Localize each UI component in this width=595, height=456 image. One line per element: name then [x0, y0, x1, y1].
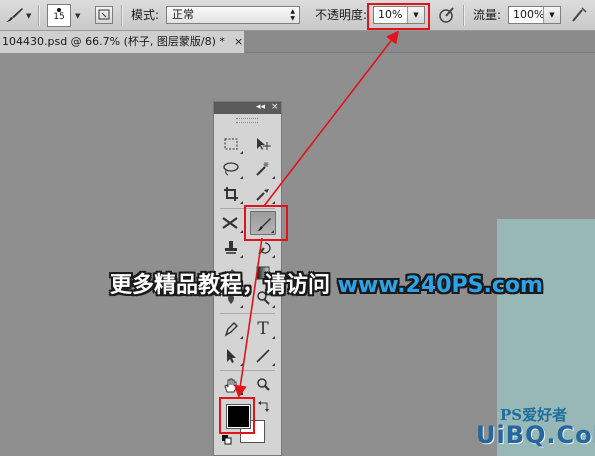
- history-brush-icon: [258, 242, 271, 255]
- arrow-to-opacity: [263, 30, 399, 207]
- flow-input[interactable]: 100% ▼: [508, 6, 561, 24]
- hand-icon: [224, 378, 237, 393]
- path-selection-tool[interactable]: [218, 345, 244, 367]
- flow-dropdown-icon[interactable]: ▼: [543, 7, 560, 23]
- line-shape-tool[interactable]: [250, 345, 276, 367]
- brush-size-value: 15: [53, 12, 65, 22]
- opacity-label: 不透明度:: [315, 8, 368, 22]
- pressure-opacity-button[interactable]: [438, 6, 456, 24]
- collapse-panel-icon[interactable]: ◂◂: [256, 101, 265, 113]
- type-tool[interactable]: T: [250, 318, 276, 340]
- clone-stamp-tool[interactable]: [218, 237, 244, 259]
- flow-value: 100%: [513, 8, 545, 21]
- move-tool[interactable]: [250, 133, 276, 155]
- brush-picker-arrow-icon[interactable]: ▼: [75, 12, 80, 20]
- lasso-tool[interactable]: [218, 158, 244, 180]
- separator: [463, 5, 465, 26]
- mode-label: 模式:: [131, 8, 160, 22]
- magnifier-icon: [257, 378, 270, 391]
- airbrush-icon: [572, 7, 587, 22]
- mode-value: 正常: [172, 8, 194, 21]
- eyedropper-tool[interactable]: [250, 183, 276, 205]
- close-tab-icon[interactable]: ×: [234, 31, 243, 53]
- line-icon: [256, 349, 270, 363]
- foreground-highlight-box: [219, 397, 255, 434]
- swap-colors-icon[interactable]: [258, 400, 270, 415]
- updown-arrows-icon: ▲ ▼: [290, 8, 295, 22]
- promo-url[interactable]: www.240PS.com: [338, 273, 543, 298]
- document-title: 104430.psd @ 66.7% (杯子, 图层蒙版/8) *: [2, 35, 225, 48]
- mode-select[interactable]: 正常 ▲ ▼: [166, 6, 300, 24]
- magic-wand-tool[interactable]: [250, 158, 276, 180]
- healing-brush-icon: [222, 217, 238, 229]
- pressure-icon: [439, 7, 454, 23]
- tool-preset-arrow-icon[interactable]: ▼: [26, 12, 31, 20]
- brush-preset-picker[interactable]: 15: [47, 4, 71, 27]
- opacity-highlight-box: [367, 3, 430, 30]
- promo-banner: 更多精品教程，请访问 www.240PS.com: [110, 271, 543, 301]
- promo-text: 更多精品教程，请访问: [110, 273, 338, 298]
- tools-panel-header[interactable]: ◂◂ ×: [214, 102, 281, 114]
- marquee-tool[interactable]: [218, 133, 244, 155]
- crop-icon: [224, 187, 238, 201]
- path-selection-icon: [227, 349, 236, 363]
- move-icon: [257, 138, 271, 150]
- brush-tool-icon[interactable]: [4, 6, 26, 27]
- separator: [220, 370, 275, 371]
- document-tab[interactable]: 104430.psd @ 66.7% (杯子, 图层蒙版/8) * ×: [0, 31, 245, 53]
- brush-panel-toggle-button[interactable]: [95, 6, 113, 24]
- separator: [121, 5, 123, 26]
- separator: [220, 313, 275, 314]
- default-colors-icon[interactable]: [222, 434, 232, 448]
- flow-label: 流量:: [473, 8, 502, 22]
- panel-grip[interactable]: [236, 118, 258, 123]
- tab-strip: [245, 31, 595, 53]
- separator: [38, 5, 40, 26]
- close-panel-icon[interactable]: ×: [271, 101, 279, 113]
- watermark-logo: UiBQ.CoM: [476, 421, 595, 449]
- pen-tool[interactable]: [218, 318, 244, 340]
- options-bar: ▼ 15 ▼ 模式: 正常 ▲ ▼ 不透明度: 10% ▼ 流量: 100% ▼: [0, 0, 595, 31]
- brush-highlight-box: [244, 205, 288, 241]
- eyedropper-icon: [256, 189, 269, 201]
- pen-icon: [224, 322, 238, 337]
- brush-panel-icon: [98, 9, 110, 20]
- rectangular-marquee-icon: [224, 138, 238, 150]
- zoom-tool[interactable]: [250, 374, 276, 396]
- lasso-icon: [223, 162, 239, 176]
- hand-tool[interactable]: [218, 374, 244, 396]
- stamp-icon: [225, 241, 237, 254]
- type-icon: T: [257, 319, 269, 339]
- healing-brush-tool[interactable]: [218, 212, 244, 234]
- crop-tool[interactable]: [218, 183, 244, 205]
- airbrush-button[interactable]: [570, 6, 588, 24]
- magic-wand-icon: [256, 162, 269, 176]
